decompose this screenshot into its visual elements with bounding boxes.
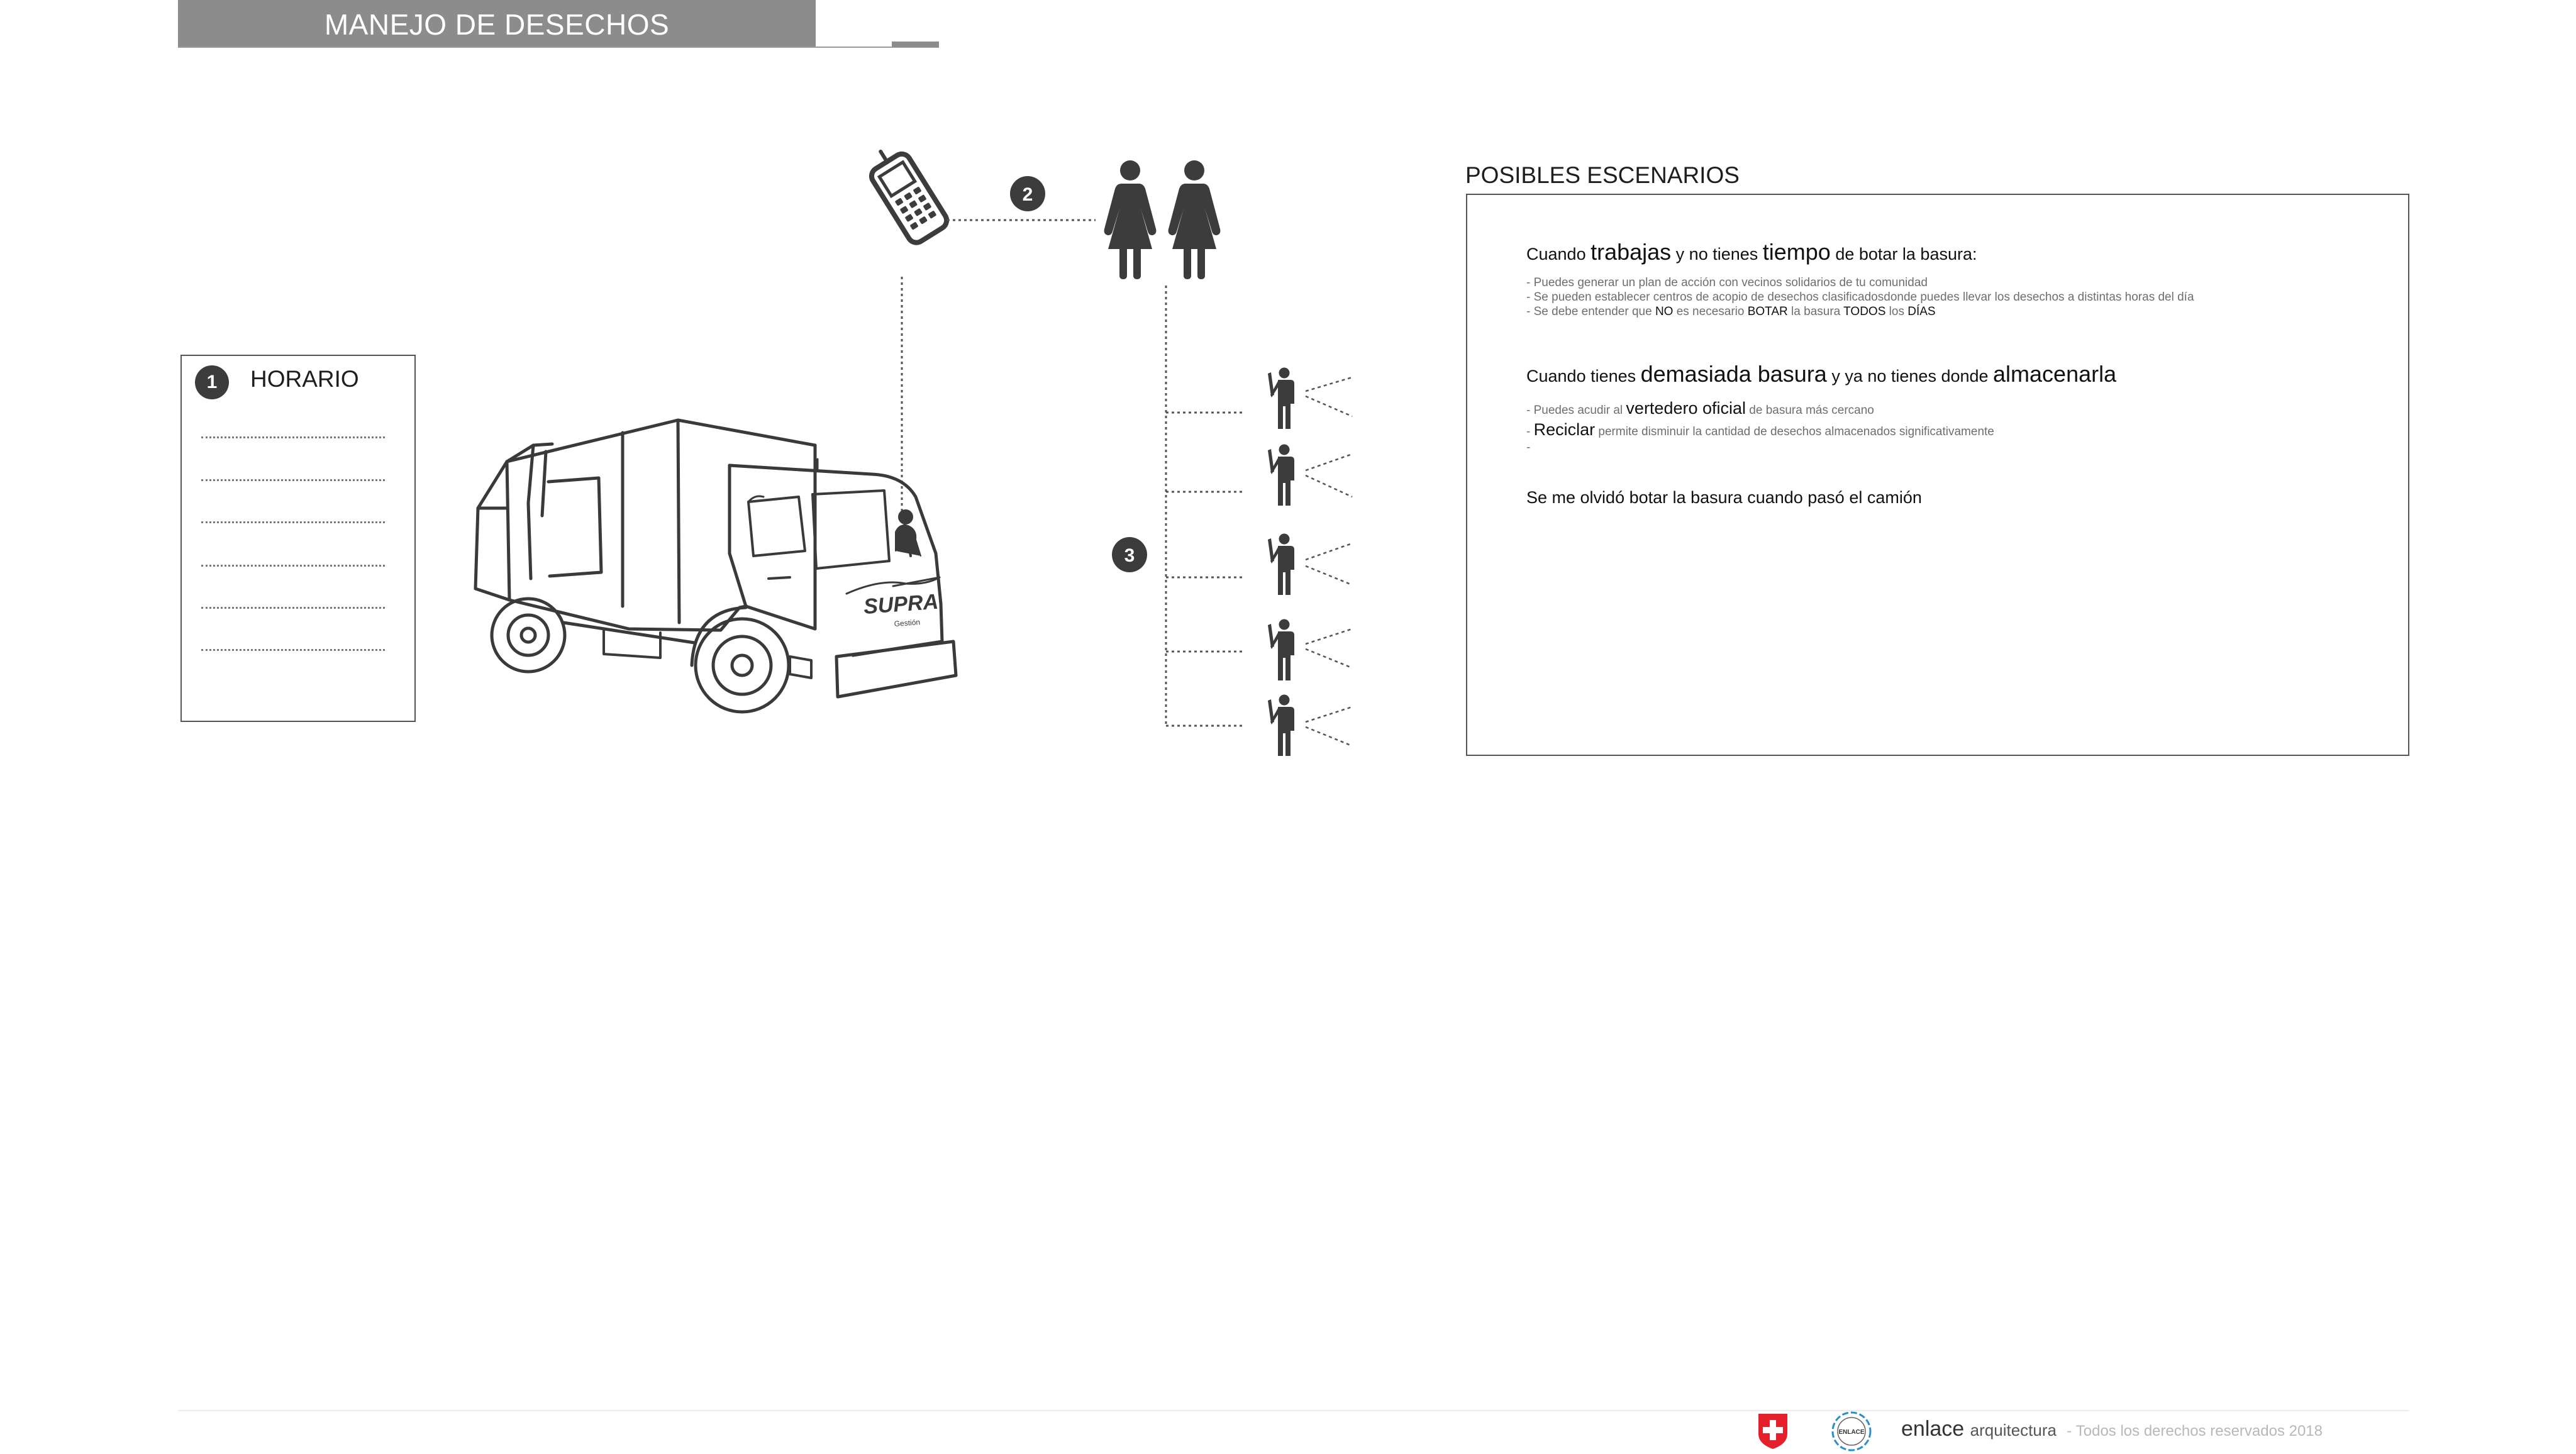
step-badge-2-label: 2 — [1023, 184, 1033, 205]
svg-text:ENLACE: ENLACE — [1838, 1429, 1864, 1436]
truck-brand-sub: Gestión — [894, 618, 920, 628]
footer-brand: enlace arquitectura - Todos los derechos… — [1901, 1417, 2323, 1441]
woman-icon — [1168, 160, 1221, 279]
footer-rights: - Todos los derechos reservados 2018 — [2067, 1423, 2323, 1440]
person-phone-icon — [1268, 444, 1294, 506]
person-phone-icon — [1268, 694, 1294, 756]
person-phone-icon — [1268, 367, 1294, 429]
person-phone-icon — [1268, 619, 1294, 680]
truck-brand-text: SUPRA — [863, 590, 939, 619]
scenario-1-question: Cuando trabajas y no tienes tiempo de bo… — [1526, 239, 1977, 265]
garbage-truck-illustration — [474, 418, 958, 714]
mobile-phone-icon — [869, 149, 950, 245]
scenario-3-text: Se me olvidó botar la basura cuando pasó… — [1526, 488, 1922, 507]
scenarios-title: POSIBLES ESCENARIOS — [1465, 162, 1740, 188]
step-badge-3-label: 3 — [1124, 545, 1135, 566]
swiss-cross-icon — [1758, 1414, 1787, 1449]
person-phone-icon — [1268, 533, 1294, 595]
scenario-2-tips: - Puedes acudir al vertedero oficial de … — [1526, 399, 1994, 454]
partner-logo-icon: ENLACE — [1831, 1411, 1872, 1451]
scenario-2-question: Cuando tienes demasiada basura y ya no t… — [1526, 361, 2117, 387]
signal-lines — [1305, 376, 1353, 747]
footer-divider — [178, 1410, 2409, 1411]
woman-icon — [1104, 160, 1157, 279]
scenario-1-tips: - Puedes generar un plan de acción con v… — [1526, 276, 2194, 318]
